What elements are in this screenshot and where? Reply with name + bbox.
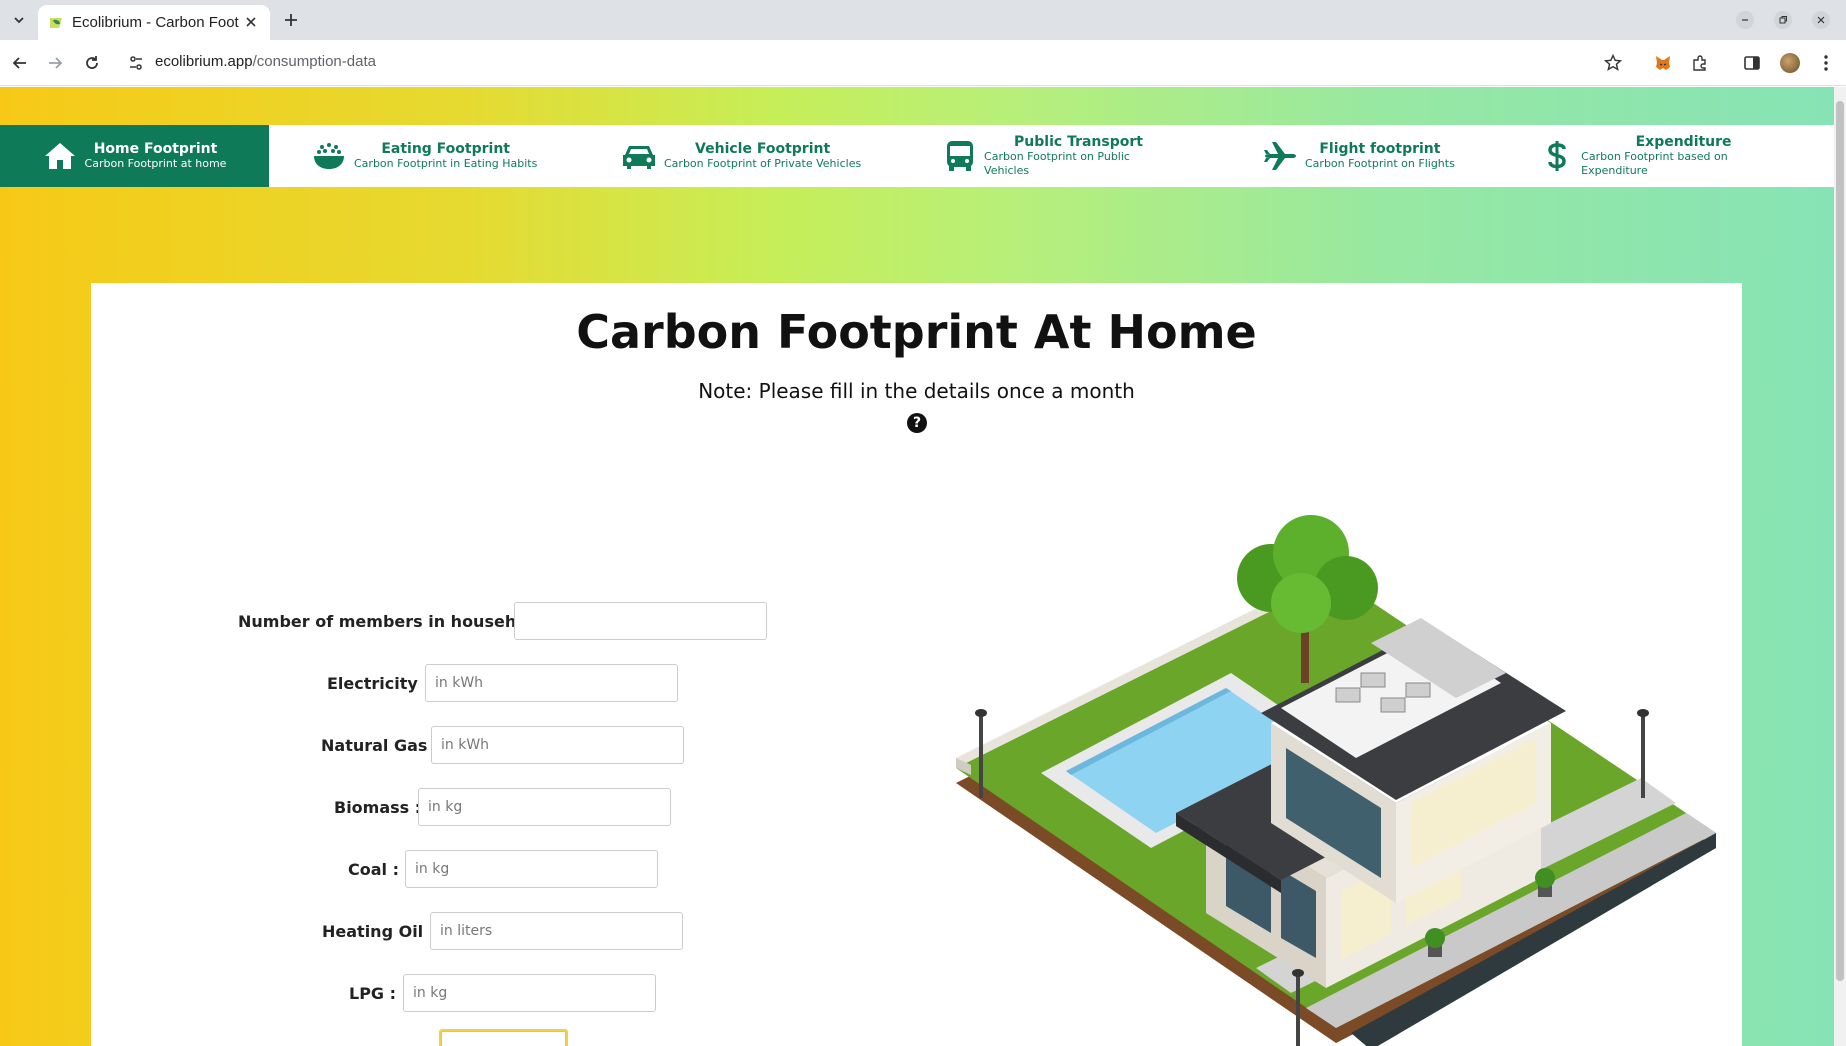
profile-avatar[interactable] xyxy=(1780,53,1800,73)
household-members-input[interactable] xyxy=(514,602,767,640)
electricity-input[interactable] xyxy=(425,664,678,702)
address-bar-url[interactable]: ecolibrium.app/consumption-data xyxy=(155,53,376,70)
page-title: Carbon Footprint At Home xyxy=(576,305,1257,359)
lpg-input[interactable] xyxy=(403,974,656,1012)
browser-tab-bar: Ecolibrium - Carbon Foot xyxy=(0,0,1846,40)
nav-item-subtitle: Carbon Footprint on Flights xyxy=(1305,157,1455,170)
restore-icon[interactable] xyxy=(1774,11,1792,29)
nav-item-subtitle: Carbon Footprint at home xyxy=(84,157,227,170)
dollar-icon xyxy=(1541,139,1573,173)
forward-icon[interactable] xyxy=(45,53,65,73)
metamask-extension-icon[interactable] xyxy=(1653,53,1673,73)
nav-item-subtitle: Carbon Footprint based on Expenditure xyxy=(1581,150,1728,177)
nav-item-subtitle: Carbon Footprint on Public Vehicles xyxy=(984,150,1130,177)
natural-gas-input[interactable] xyxy=(431,726,684,764)
household-members-label: Number of members in household : xyxy=(238,612,557,631)
heating-oil-input[interactable] xyxy=(430,912,683,950)
browser-menu-icon[interactable] xyxy=(1816,53,1836,73)
help-question-icon[interactable]: ? xyxy=(907,413,927,433)
nav-item-title: Vehicle Footprint xyxy=(695,141,831,157)
biomass-label: Biomass : xyxy=(334,798,422,817)
side-panel-icon[interactable] xyxy=(1742,53,1762,73)
lpg-label: LPG : xyxy=(349,984,397,1003)
nav-item-title: Public Transport xyxy=(1014,134,1143,150)
heating-oil-label: Heating Oil : xyxy=(322,922,436,941)
monthly-note: Note: Please fill in the details once a … xyxy=(698,379,1135,403)
url-path: /consumption-data xyxy=(252,53,376,70)
scrollbar-thumb[interactable] xyxy=(1836,101,1844,981)
new-tab-icon[interactable] xyxy=(280,9,302,31)
footprint-category-nav: Home Footprint Carbon Footprint at home … xyxy=(0,125,1834,187)
calculate-button[interactable]: Calculate xyxy=(439,1029,568,1046)
nav-item-title: Expenditure xyxy=(1635,134,1732,150)
browser-toolbar: ecolibrium.app/consumption-data xyxy=(0,40,1846,86)
nav-item-subtitle: Carbon Footprint of Private Vehicles xyxy=(664,157,862,170)
nav-item-title: Flight footprint xyxy=(1319,141,1441,157)
nav-item-expenditure[interactable]: Expenditure Carbon Footprint based on Ex… xyxy=(1541,125,1786,187)
coal-input[interactable] xyxy=(405,850,658,888)
nav-item-home-footprint[interactable]: Home Footprint Carbon Footprint at home xyxy=(0,125,269,187)
ecolibrium-favicon-icon xyxy=(50,17,62,28)
page-viewport: Home Footprint Carbon Footprint at home … xyxy=(0,87,1846,1046)
tab-close-icon[interactable] xyxy=(244,15,258,29)
reload-icon[interactable] xyxy=(82,53,102,73)
nav-item-flight-footprint[interactable]: Flight footprint Carbon Footprint on Fli… xyxy=(1263,125,1463,187)
extensions-puzzle-icon[interactable] xyxy=(1690,53,1710,73)
home-footprint-card: Carbon Footprint At Home Note: Please fi… xyxy=(91,283,1742,1046)
browser-tab[interactable]: Ecolibrium - Carbon Foot xyxy=(38,5,270,40)
nav-item-public-transport[interactable]: Public Transport Carbon Footprint on Pub… xyxy=(943,125,1173,187)
car-icon xyxy=(622,139,656,173)
bus-icon xyxy=(943,139,976,173)
nav-item-title: Home Footprint xyxy=(93,141,218,157)
bookmark-star-icon[interactable] xyxy=(1603,53,1623,73)
nav-item-vehicle-footprint[interactable]: Vehicle Footprint Carbon Footprint of Pr… xyxy=(622,125,862,187)
nav-item-title: Eating Footprint xyxy=(381,141,510,157)
url-domain: ecolibrium.app xyxy=(155,53,253,70)
page-scrollbar[interactable] xyxy=(1834,87,1846,1046)
biomass-input[interactable] xyxy=(418,788,671,826)
nav-item-eating-footprint[interactable]: Eating Footprint Carbon Footprint in Eat… xyxy=(312,125,542,187)
home-icon xyxy=(43,139,77,173)
close-window-icon[interactable] xyxy=(1812,11,1830,29)
tab-title: Ecolibrium - Carbon Foot xyxy=(72,14,239,31)
natural-gas-label: Natural Gas : xyxy=(321,736,440,755)
electricity-label: Electricity : xyxy=(327,674,430,693)
food-bowl-icon xyxy=(312,139,346,173)
minimize-icon[interactable] xyxy=(1736,11,1754,29)
nav-item-subtitle: Carbon Footprint in Eating Habits xyxy=(354,157,538,170)
coal-label: Coal : xyxy=(348,860,399,879)
site-info-icon[interactable] xyxy=(126,53,146,73)
airplane-icon xyxy=(1263,139,1297,173)
back-icon[interactable] xyxy=(10,53,30,73)
tab-search-chevron-icon[interactable] xyxy=(8,9,30,31)
isometric-house-illustration xyxy=(956,515,1716,1046)
